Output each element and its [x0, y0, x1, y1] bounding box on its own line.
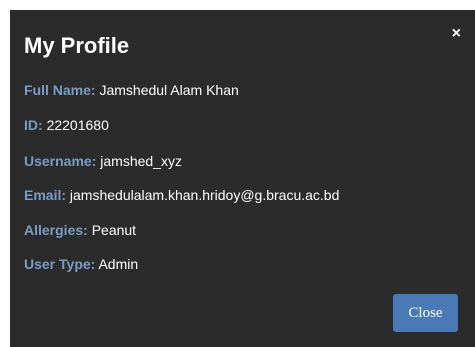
field-label: ID:: [24, 117, 43, 133]
close-icon[interactable]: ×: [452, 26, 461, 42]
field-value: jamshedulalam.khan.hridoy@g.bracu.ac.bd: [69, 187, 340, 203]
field-email: Email: jamshedulalam.khan.hridoy@g.bracu…: [24, 186, 339, 204]
field-label: Allergies:: [24, 222, 88, 238]
field-value: Peanut: [91, 222, 137, 238]
field-value: Jamshedul Alam Khan: [99, 82, 239, 98]
field-username: Username: jamshed_xyz: [24, 152, 182, 170]
profile-modal: My Profile × Full Name: Jamshedul Alam K…: [10, 10, 475, 347]
field-value: Admin: [98, 256, 139, 272]
field-label: Username:: [24, 153, 97, 169]
field-label: User Type:: [24, 256, 96, 272]
modal-title: My Profile: [24, 33, 130, 58]
field-label: Full Name:: [24, 82, 96, 98]
field-id: ID: 22201680: [24, 116, 109, 134]
field-value: 22201680: [46, 117, 109, 133]
field-label: Email:: [24, 187, 67, 203]
field-full-name: Full Name: Jamshedul Alam Khan: [24, 81, 239, 99]
field-allergies: Allergies: Peanut: [24, 221, 136, 239]
close-button[interactable]: Close: [393, 294, 458, 332]
field-user-type: User Type: Admin: [24, 255, 138, 273]
field-value: jamshed_xyz: [100, 153, 182, 169]
